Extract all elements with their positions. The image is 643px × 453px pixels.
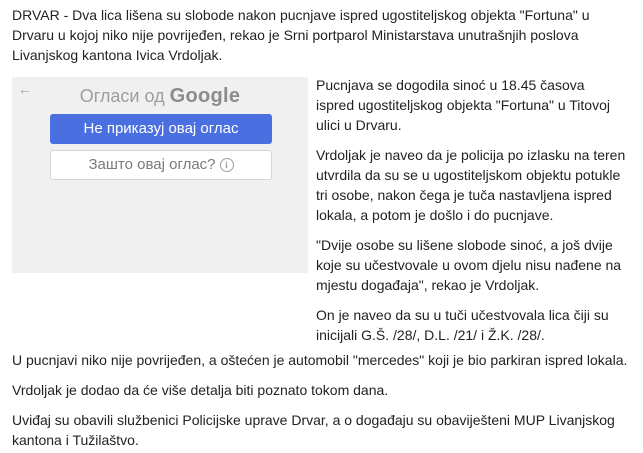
why-this-ad-button[interactable]: Зашто овај оглас? i	[50, 150, 272, 180]
bottom-paragraph: Vrdoljak je dodao da će više detalja bit…	[12, 382, 389, 398]
article-middle-section: ← Огласи од Google Не приказуј овај огла…	[12, 75, 631, 350]
bottom-paragraph: Uviđaj su obavili službenici Policijske …	[12, 412, 615, 448]
side-text-column: Pucnjava se dogodila sinoć u 18.45 časov…	[316, 75, 626, 355]
info-icon: i	[219, 158, 234, 172]
article-body: DRVAR - Dva lica lišena su slobode nakon…	[0, 0, 643, 453]
side-paragraph: Pucnjava se dogodila sinoć u 18.45 časov…	[316, 77, 610, 133]
ad-panel: ← Огласи од Google Не приказуј овај огла…	[12, 77, 308, 273]
ad-header: Огласи од Google	[12, 83, 308, 109]
hide-ad-button[interactable]: Не приказуј овај оглас	[50, 114, 272, 144]
article-bottom-section: U pucnjavi niko nije povrijeđen, a ošteć…	[12, 350, 631, 450]
side-paragraph: Vrdoljak je naveo da je policija po izla…	[316, 147, 626, 223]
intro-paragraph: DRVAR - Dva lica lišena su slobode nakon…	[12, 7, 590, 63]
google-logo: Google	[169, 85, 241, 107]
ad-header-label: Огласи од	[79, 86, 165, 106]
side-paragraph: On je naveo da su u tuči učestvovala lic…	[316, 307, 609, 343]
why-this-ad-label: Зашто овај оглас?	[88, 156, 216, 173]
side-paragraph: "Dvije osobe su lišene slobode sinoć, a …	[316, 237, 622, 293]
